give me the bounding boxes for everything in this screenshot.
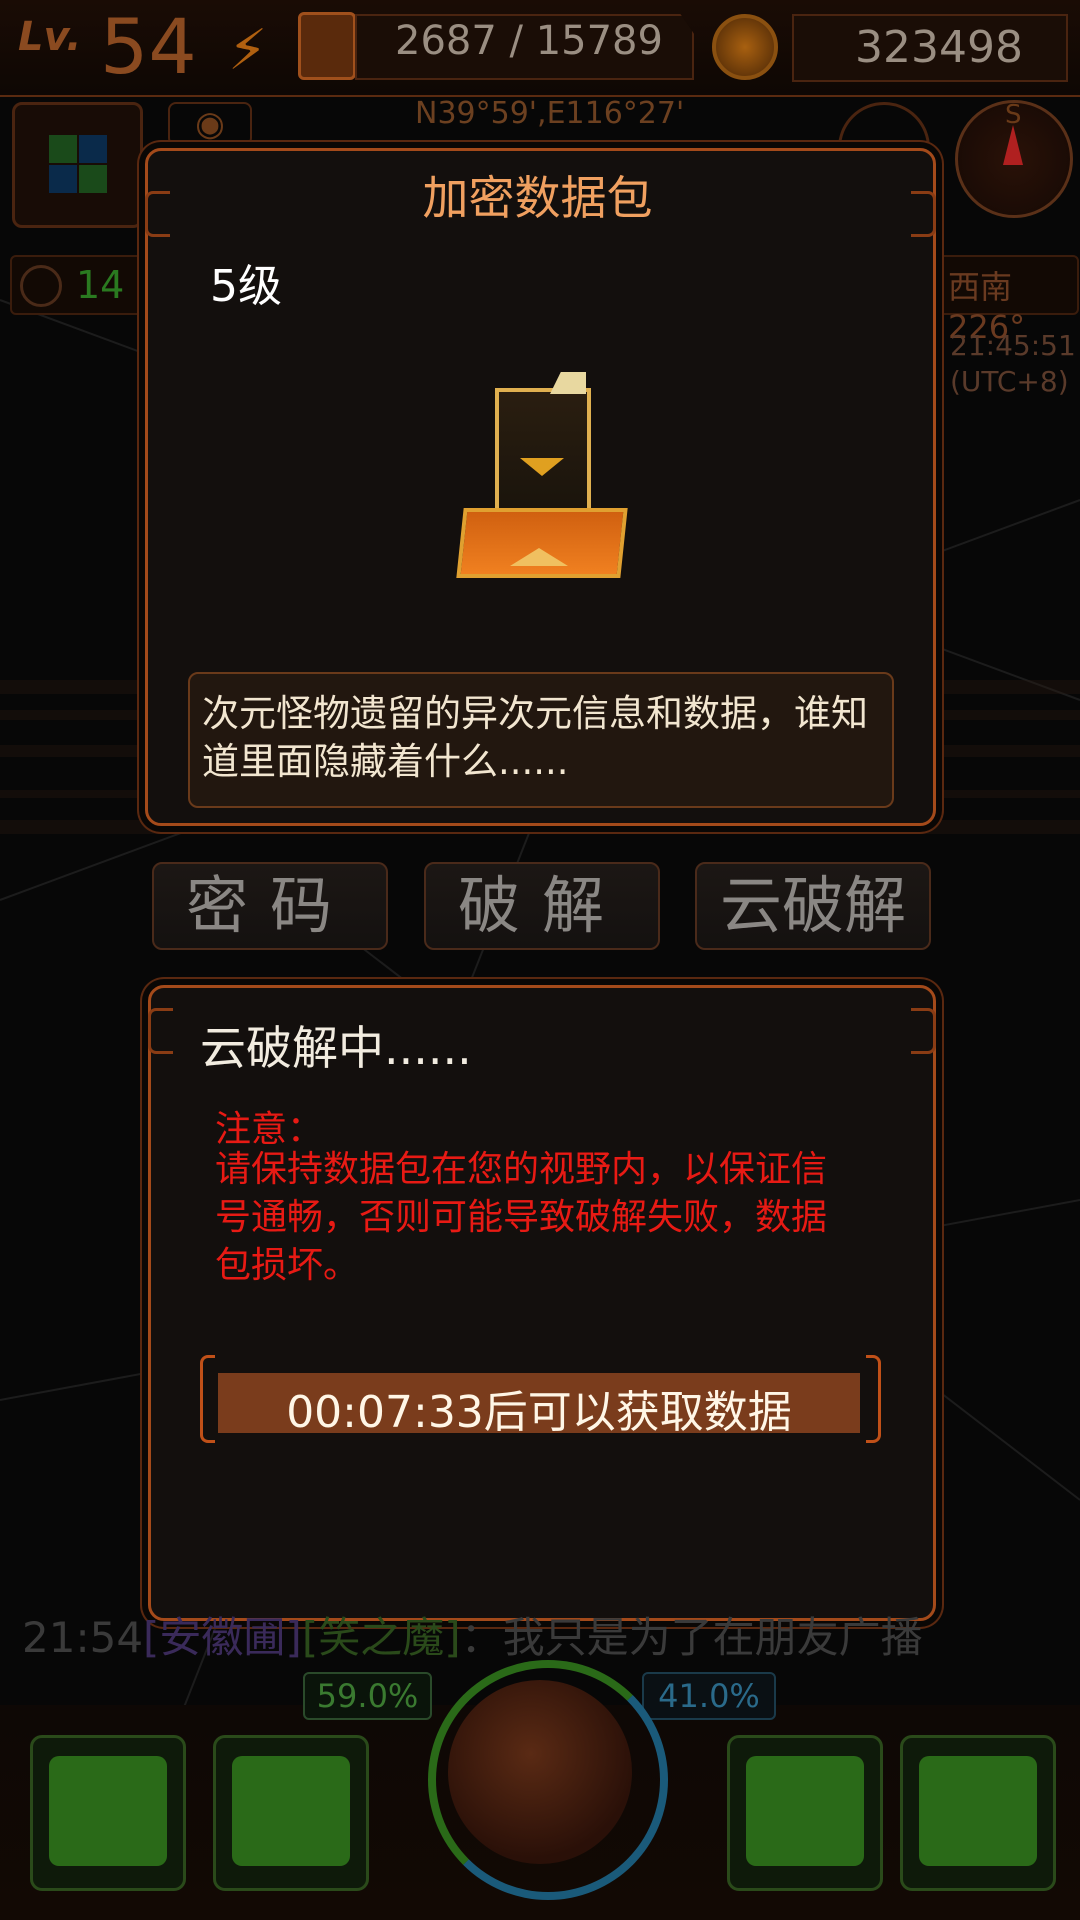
chat-text: ：我只是为了在朋友广播 [460,1613,923,1662]
minimap-cell [49,135,77,163]
cracking-status-panel [148,985,936,1621]
cloud-crack-button[interactable]: 云破解 [695,862,931,950]
energy-value: 2687 / 15789 [395,18,663,64]
scan-counter[interactable]: 14 [10,255,148,315]
chat-glyph [49,1756,167,1866]
panel-corner [148,1008,173,1054]
password-button[interactable]: 密码 [152,862,388,950]
chat-user: [笑之魔] [301,1613,461,1662]
profile-glyph [919,1756,1037,1866]
chat-message[interactable]: 21:54[安徽圃][笑之魔]：我只是为了在朋友广播 [22,1604,923,1665]
package-arrow [520,458,564,476]
dialog-title: 加密数据包 [422,171,653,225]
crack-button[interactable]: 破解 [424,862,660,950]
compass-needle [1003,125,1023,165]
panel-corner [911,1008,936,1054]
package-body [495,388,591,514]
countdown-text: 00:07:33后可以获取数据 [286,1387,792,1438]
notice-body: 请保持数据包在您的视野内，以保证信号通畅，否则可能导致破解失败，数据包损坏。 [215,1149,828,1286]
level-label: Lv. [18,14,82,60]
progress-bracket-left [200,1355,215,1443]
clock: 21:45:51 (UTC+8) [950,328,1076,400]
scan-count: 14 [76,263,125,307]
package-icon[interactable] [727,1735,883,1891]
minimap-cell [49,165,77,193]
right-percentage: 41.0% [642,1672,776,1720]
left-percentage: 59.0% [303,1672,432,1720]
chat-time: 21:54 [22,1613,144,1662]
scan-icon [20,265,62,307]
item-level: 5级 [210,261,282,312]
eye-icon[interactable]: ◉ [168,102,252,146]
progress-bracket-right [866,1355,881,1443]
gps-coordinates: N39°59',E116°27' [415,96,685,131]
cracking-status: 云破解中...... [200,1021,472,1075]
share-glyph [232,1756,350,1866]
package-glyph [746,1756,864,1866]
share-icon[interactable] [213,1735,369,1891]
clock-timezone: (UTC+8) [950,365,1069,398]
battery-icon [298,12,356,80]
notice-title: 注意： [215,1109,324,1150]
item-description: 次元怪物遗留的异次元信息和数据，谁知道里面隐藏着什么...... [202,692,868,783]
minimap-icon[interactable] [12,102,143,228]
minimap-cell [79,165,107,193]
minimap-cell [79,135,107,163]
player-level: 54 [100,2,197,91]
clock-time: 21:45:51 [950,329,1076,362]
chat-channel: [安徽圃] [143,1613,302,1662]
globe-icon[interactable] [448,1680,632,1864]
coin-icon[interactable] [712,14,778,80]
profile-icon[interactable] [900,1735,1056,1891]
lightning-icon: ⚡ [228,18,268,83]
chat-icon[interactable] [30,1735,186,1891]
package-base [456,508,628,578]
money-value: 323498 [855,22,1023,73]
